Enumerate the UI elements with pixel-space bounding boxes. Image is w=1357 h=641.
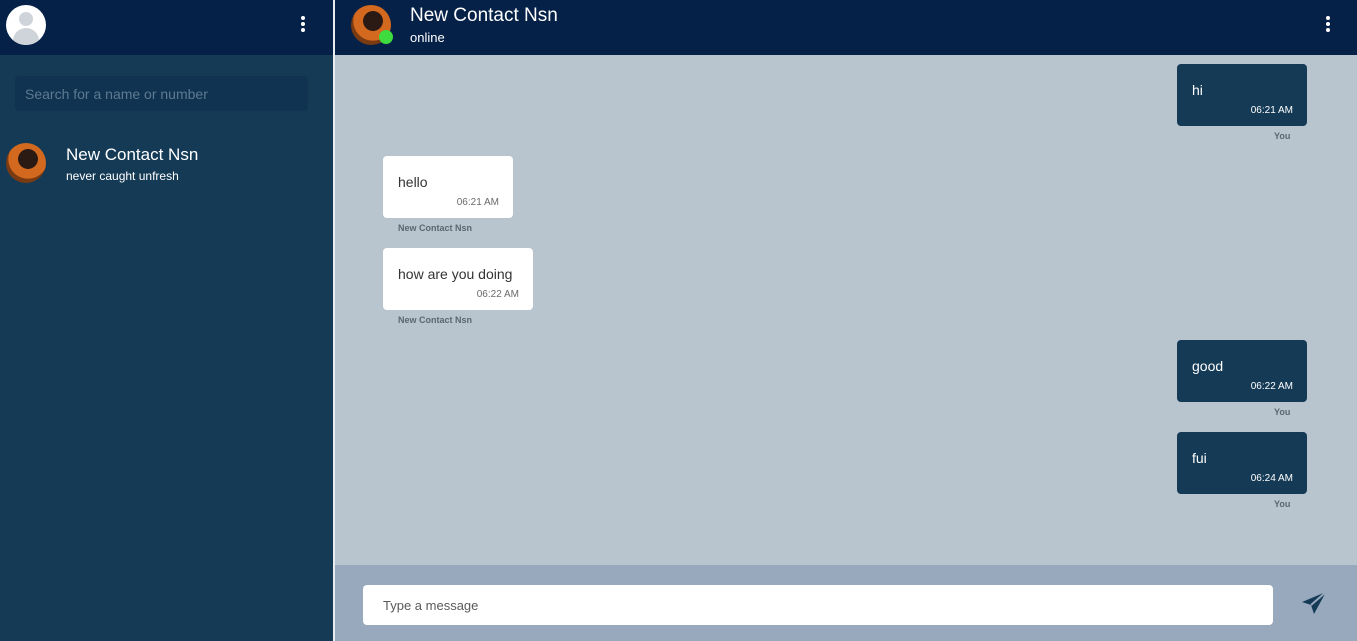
message-time: 06:21 AM <box>1250 105 1293 116</box>
paper-plane-icon <box>1302 591 1327 614</box>
message-text: good <box>1192 358 1224 374</box>
chat-header: New Contact Nsn online <box>335 0 1357 55</box>
chat-presence-status: online <box>410 30 445 45</box>
message-time: 06:22 AM <box>1250 381 1293 392</box>
message-bubble-incoming: hello 06:21 AM <box>383 156 513 218</box>
message-input-wrapper <box>363 585 1273 625</box>
message-time: 06:24 AM <box>1250 473 1293 484</box>
message-sender: You <box>1274 131 1291 141</box>
message-bubble-incoming: how are you doing 06:22 AM <box>383 248 533 310</box>
search-bar <box>15 76 308 111</box>
contact-status-text: never caught unfresh <box>66 169 179 183</box>
message-text: hi <box>1192 82 1203 98</box>
chat-menu-vertical-dots-icon[interactable] <box>1325 16 1331 36</box>
sidebar: New Contact Nsn never caught unfresh <box>0 0 333 641</box>
message-sender: New Contact Nsn <box>398 223 473 233</box>
contact-list-item[interactable]: New Contact Nsn never caught unfresh <box>0 138 333 190</box>
message-bubble-outgoing: hi 06:21 AM <box>1177 64 1307 126</box>
contact-avatar <box>6 143 46 183</box>
message-sender: You <box>1274 407 1291 417</box>
sidebar-header <box>0 0 333 55</box>
sidebar-menu-vertical-dots-icon[interactable] <box>300 16 306 36</box>
message-text: hello <box>398 174 428 190</box>
chat-panel: New Contact Nsn online hi 06:21 AM You h… <box>333 0 1357 641</box>
message-text: how are you doing <box>398 266 513 282</box>
online-status-dot-icon <box>379 30 393 44</box>
message-sender: New Contact Nsn <box>398 315 473 325</box>
search-input[interactable] <box>15 76 308 111</box>
contact-name: New Contact Nsn <box>66 145 199 164</box>
chat-contact-name: New Contact Nsn <box>410 5 558 26</box>
message-sender: You <box>1274 499 1291 509</box>
message-time: 06:22 AM <box>476 289 519 300</box>
message-bubble-outgoing: good 06:22 AM <box>1177 340 1307 402</box>
message-bubble-outgoing: fui 06:24 AM <box>1177 432 1307 494</box>
message-input[interactable] <box>363 585 1273 625</box>
message-text: fui <box>1192 450 1207 466</box>
message-composer <box>335 565 1357 641</box>
message-time: 06:21 AM <box>456 197 499 208</box>
send-button[interactable] <box>1299 589 1329 619</box>
my-avatar-user-icon[interactable] <box>6 5 46 45</box>
